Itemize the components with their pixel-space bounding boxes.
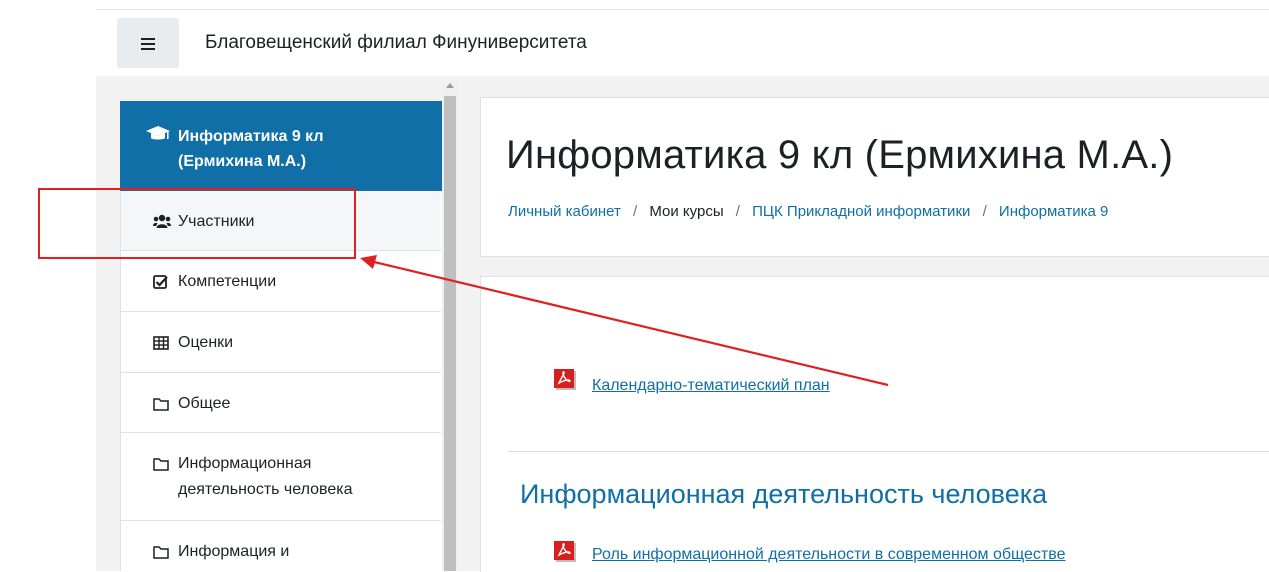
drawer-item-label-line2: деятельность человека xyxy=(178,481,353,498)
breadcrumb-item-category[interactable]: ПЦК Прикладной информатики xyxy=(752,203,970,220)
drawer-item-label-line1: Информационная xyxy=(178,455,312,472)
breadcrumb-item-course[interactable]: Информатика 9 xyxy=(999,203,1108,220)
table-icon xyxy=(153,336,169,350)
folder-icon xyxy=(153,398,169,411)
breadcrumb-item-dashboard[interactable]: Личный кабинет xyxy=(508,203,621,220)
breadcrumb: Личный кабинет / Мои курсы / ПЦК Приклад… xyxy=(508,203,1108,220)
course-title-line1: Информатика 9 кл xyxy=(178,128,324,145)
drawer-item-competencies[interactable]: Компетенции xyxy=(121,251,441,312)
drawer-item-grades[interactable]: Оценки xyxy=(121,312,441,373)
breadcrumb-item-my-courses: Мои курсы xyxy=(649,203,724,220)
drawer-item-label: Компетенции xyxy=(178,273,277,290)
drawer-item-label: Участники xyxy=(178,213,255,230)
check-square-icon xyxy=(153,275,168,289)
drawer-course-link[interactable]: Информатика 9 кл (Ермихина М.А.) xyxy=(120,101,442,191)
breadcrumb-separator: / xyxy=(982,203,987,220)
drawer-item-general[interactable]: Общее xyxy=(121,373,441,433)
users-icon xyxy=(153,214,171,228)
page-title: Информатика 9 кл (Ермихина М.А.) xyxy=(506,133,1174,177)
section-divider xyxy=(508,451,1269,452)
drawer-item-participants[interactable]: Участники xyxy=(121,191,441,251)
hamburger-menu-button[interactable] xyxy=(117,18,179,68)
hamburger-menu-icon xyxy=(141,37,155,50)
folder-icon xyxy=(153,458,169,471)
graduation-cap-icon xyxy=(146,126,170,140)
drawer-item-label: Общее xyxy=(178,395,231,412)
section-title[interactable]: Информационная деятельность человека xyxy=(520,479,1047,510)
drawer-item-label: Оценки xyxy=(178,334,234,351)
site-name[interactable]: Благовещенский филиал Финуниверситета xyxy=(205,32,587,54)
drawer-item-section-info[interactable]: Информация и xyxy=(121,521,441,571)
pdf-icon xyxy=(554,541,576,562)
drawer-scrollbar-thumb[interactable] xyxy=(444,96,456,571)
scroll-up-arrow-icon[interactable] xyxy=(446,83,454,88)
activity-link-role-of-info-activity[interactable]: Роль информационной деятельности в совре… xyxy=(592,546,1065,564)
breadcrumb-separator: / xyxy=(735,203,740,220)
activity-link-calendar-plan[interactable]: Календарно-тематический план xyxy=(592,377,830,395)
breadcrumb-separator: / xyxy=(633,203,638,220)
course-title-line2: (Ермихина М.А.) xyxy=(178,153,307,170)
pdf-icon xyxy=(554,369,576,390)
drawer-item-section-info-activity[interactable]: Информационная деятельность человека xyxy=(121,433,441,521)
drawer-item-label: Информация и xyxy=(178,543,290,560)
course-content-card xyxy=(480,276,1269,572)
folder-icon xyxy=(153,546,169,559)
